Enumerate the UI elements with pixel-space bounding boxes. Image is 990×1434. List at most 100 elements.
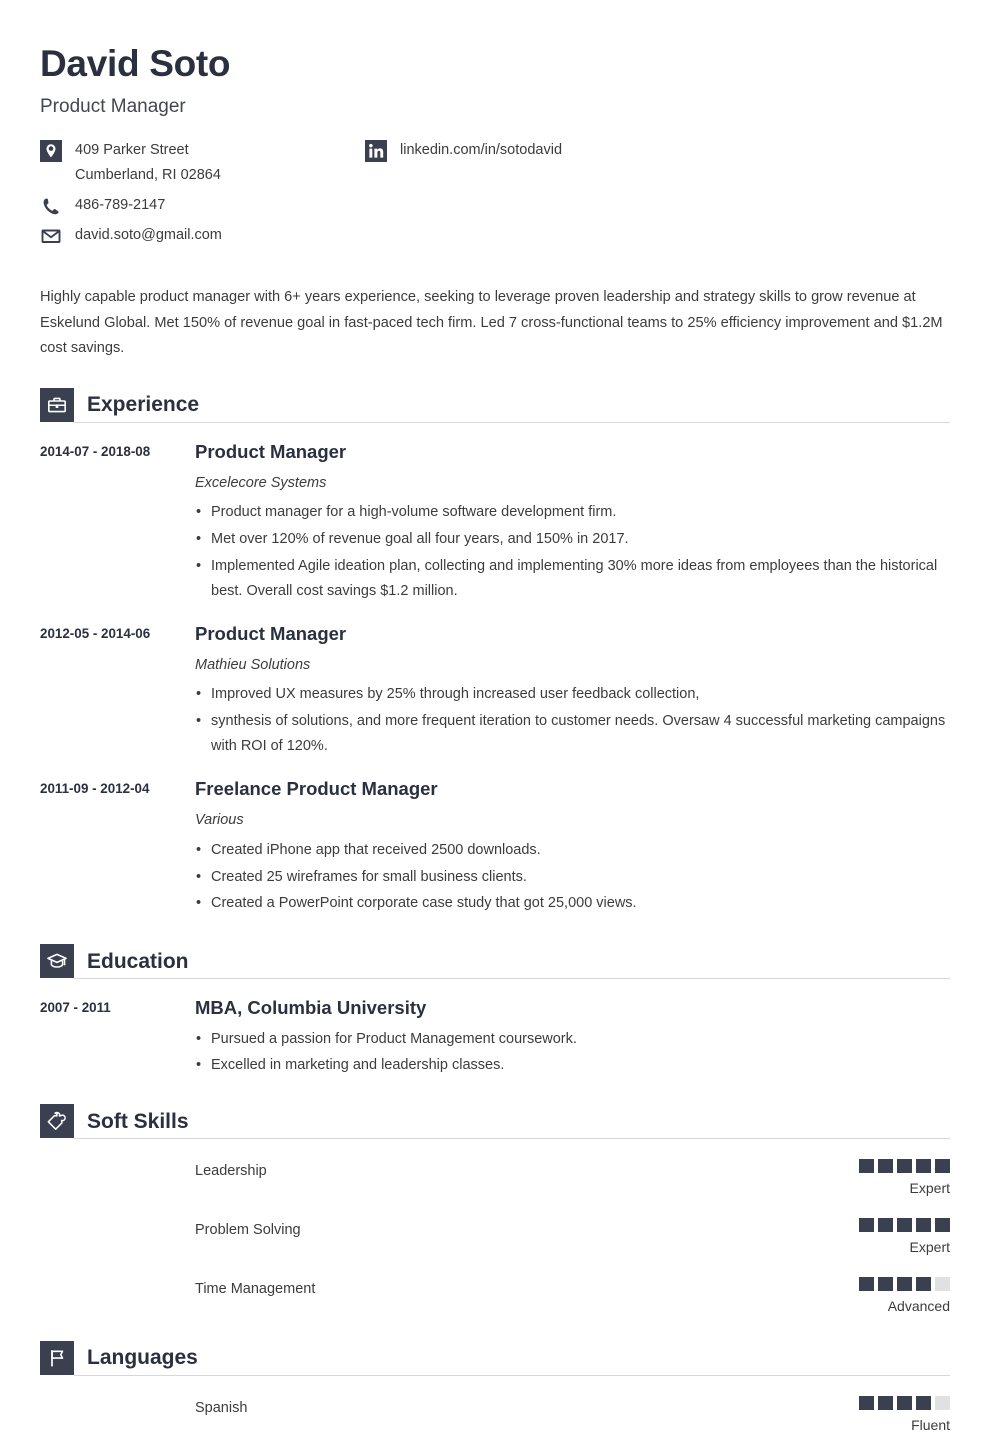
experience-entry: 2011-09 - 2012-04 Freelance Product Mana… (40, 777, 950, 916)
rating-dot (859, 1277, 874, 1291)
contact-email-text: david.soto@gmail.com (75, 227, 222, 244)
rating-dot (935, 1218, 950, 1233)
skill-level: Expert (909, 1239, 950, 1256)
address-line-2: Cumberland, RI 02864 (75, 167, 221, 184)
rating-dot (878, 1277, 893, 1291)
section-experience: Experience 2014-07 - 2018-08 Product Man… (40, 387, 950, 917)
skill-name: Leadership (195, 1163, 267, 1180)
skill-rating: Expert (830, 1159, 950, 1197)
experience-entry: 2012-05 - 2014-06 Product Manager Mathie… (40, 622, 950, 759)
entry-body: Product Manager Mathieu Solutions Improv… (195, 622, 950, 759)
rating-dots (830, 1277, 950, 1291)
skill-rating: Advanced (830, 1277, 950, 1315)
section-divider (74, 978, 950, 980)
envelope-icon (40, 225, 62, 247)
graduation-cap-icon (40, 944, 74, 979)
entry-organization: Various (195, 812, 244, 829)
contact-address: 409 Parker Street Cumberland, RI 02864 (40, 140, 370, 188)
entry-date: 2012-05 - 2014-06 (40, 625, 151, 641)
languages-list: Spanish Fluent (40, 1395, 950, 1434)
section-divider (74, 1138, 950, 1140)
contact-phone-text: 486-789-2147 (75, 197, 166, 214)
rating-dot (878, 1159, 893, 1174)
language-name: Spanish (195, 1399, 248, 1416)
flag-icon (40, 1340, 74, 1375)
contact-phone: 486-789-2147 (40, 195, 370, 218)
section-header-education: Education (40, 944, 950, 980)
rating-dot (878, 1395, 893, 1410)
rating-dots (830, 1395, 950, 1410)
address-line-1: 409 Parker Street (75, 142, 189, 159)
section-languages: Languages Spanish Fluent (40, 1340, 950, 1434)
soft-skills-list: Leadership Expert Problem Solving Expert… (40, 1159, 950, 1314)
education-entry: 2007 - 2011 MBA, Columbia University Pur… (40, 996, 950, 1078)
rating-dot (935, 1277, 950, 1291)
list-item: synthesis of solutions, and more frequen… (195, 709, 950, 759)
list-item: Excelled in marketing and leadership cla… (195, 1053, 950, 1078)
rating-dot (859, 1159, 874, 1174)
rating-dot (897, 1395, 912, 1410)
contact-address-text: 409 Parker Street Cumberland, RI 02864 (75, 138, 221, 188)
rating-dots (830, 1218, 950, 1233)
rating-dot (897, 1218, 912, 1233)
rating-dot (935, 1395, 950, 1410)
briefcase-icon (40, 387, 74, 422)
entry-bullets: Created iPhone app that received 2500 do… (195, 838, 950, 917)
rating-dot (916, 1218, 931, 1233)
contact-column-left: 409 Parker Street Cumberland, RI 02864 4… (40, 140, 370, 255)
rating-dot (916, 1277, 931, 1291)
section-header-languages: Languages (40, 1340, 950, 1376)
rating-dot (897, 1159, 912, 1174)
section-soft-skills: Soft Skills Leadership Expert Problem So… (40, 1104, 950, 1314)
skill-row: Time Management Advanced (40, 1277, 950, 1315)
entry-degree: MBA, Columbia University (195, 997, 427, 1019)
skill-rating: Expert (830, 1218, 950, 1256)
contact-email: david.soto@gmail.com (40, 225, 370, 248)
linkedin-icon (365, 140, 387, 163)
section-education: Education 2007 - 2011 MBA, Columbia Univ… (40, 944, 950, 1078)
language-rating: Fluent (830, 1395, 950, 1434)
rating-dot (916, 1159, 931, 1174)
entry-body: Freelance Product Manager Various Create… (195, 777, 950, 916)
list-item: Created 25 wireframes for small business… (195, 865, 950, 890)
entry-date: 2007 - 2011 (40, 1000, 111, 1016)
list-item: Implemented Agile ideation plan, collect… (195, 554, 950, 604)
section-divider (74, 1374, 950, 1376)
section-title-soft-skills: Soft Skills (87, 1109, 189, 1133)
section-title-education: Education (87, 949, 189, 973)
job-title: Product Manager (40, 95, 186, 117)
section-title-experience: Experience (87, 393, 200, 417)
skill-row: Leadership Expert (40, 1159, 950, 1197)
puzzle-piece-icon (40, 1104, 74, 1139)
section-header-soft-skills: Soft Skills (40, 1104, 950, 1140)
entry-bullets: Pursued a passion for Product Management… (195, 1027, 950, 1079)
rating-dot (897, 1277, 912, 1291)
rating-dot (935, 1159, 950, 1174)
language-row: Spanish Fluent (40, 1395, 950, 1434)
rating-dot (916, 1395, 931, 1410)
contact-block: 409 Parker Street Cumberland, RI 02864 4… (40, 140, 950, 252)
entry-organization: Excelecore Systems (195, 474, 327, 491)
section-header-experience: Experience (40, 387, 950, 423)
entry-organization: Mathieu Solutions (195, 657, 311, 674)
resume-page: David Soto Product Manager 409 Parker St… (0, 0, 990, 1433)
rating-dot (859, 1218, 874, 1233)
entry-body: Product Manager Excelecore Systems Produ… (195, 440, 950, 604)
section-divider (74, 421, 950, 423)
skill-name: Problem Solving (195, 1222, 301, 1239)
skill-level: Advanced (887, 1298, 950, 1314)
resume-header: David Soto Product Manager (40, 43, 950, 118)
contact-linkedin-text: linkedin.com/in/sotodavid (400, 142, 563, 159)
list-item: Created iPhone app that received 2500 do… (195, 838, 950, 863)
rating-dots (830, 1159, 950, 1174)
section-title-languages: Languages (87, 1346, 198, 1370)
location-pin-icon (40, 140, 62, 163)
contact-column-right: linkedin.com/in/sotodavid (365, 140, 925, 170)
entry-role: Product Manager (195, 622, 347, 644)
skill-row: Problem Solving Expert (40, 1218, 950, 1256)
contact-linkedin[interactable]: linkedin.com/in/sotodavid (365, 140, 925, 163)
phone-icon (40, 195, 62, 217)
entry-date: 2011-09 - 2012-04 (40, 781, 150, 797)
experience-entry: 2014-07 - 2018-08 Product Manager Excele… (40, 440, 950, 604)
rating-dot (859, 1395, 874, 1410)
